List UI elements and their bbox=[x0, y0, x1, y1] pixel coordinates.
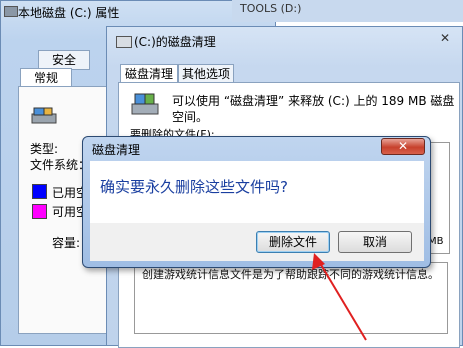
tab-security[interactable]: 安全 bbox=[38, 50, 90, 70]
drive-properties-title: 本地磁盘 (C:) 属性 bbox=[18, 6, 120, 20]
free-space-swatch bbox=[32, 204, 47, 219]
type-label: 类型: bbox=[30, 142, 59, 156]
filesystem-label: 文件系统： bbox=[30, 158, 91, 172]
tab-disk-cleanup[interactable]: 磁盘清理 bbox=[120, 64, 178, 84]
disk-cleanup-title: (C:)的磁盘清理 bbox=[134, 35, 216, 49]
disk-cleanup-icon bbox=[131, 93, 159, 115]
close-icon[interactable]: ✕ bbox=[432, 30, 458, 46]
used-space-swatch bbox=[32, 184, 47, 199]
capacity-label: 容量: bbox=[52, 236, 81, 250]
delete-files-button[interactable]: 删除文件 bbox=[256, 231, 330, 253]
dialog-question: 确实要永久删除这些文件吗? bbox=[100, 178, 288, 196]
drive-icon bbox=[4, 6, 18, 17]
dialog-close-button[interactable]: ✕ bbox=[381, 138, 425, 155]
description-text: 创建游戏统计信息文件是为了帮助跟踪不同的游戏统计信息。 bbox=[142, 268, 439, 281]
background-window-title: TOOLS (D:) bbox=[240, 2, 302, 15]
cleanup-info-text: 可以使用 “磁盘清理” 来释放 (C:) 上的 189 MB 磁盘空间。 bbox=[172, 94, 455, 124]
cancel-button[interactable]: 取消 bbox=[338, 231, 412, 253]
drive-icon bbox=[31, 107, 57, 124]
tab-general[interactable]: 常规 bbox=[20, 68, 72, 88]
dialog-title: 磁盘清理 bbox=[92, 143, 141, 157]
drive-icon bbox=[116, 36, 132, 48]
tab-other-options[interactable]: 其他选项 bbox=[178, 64, 234, 84]
